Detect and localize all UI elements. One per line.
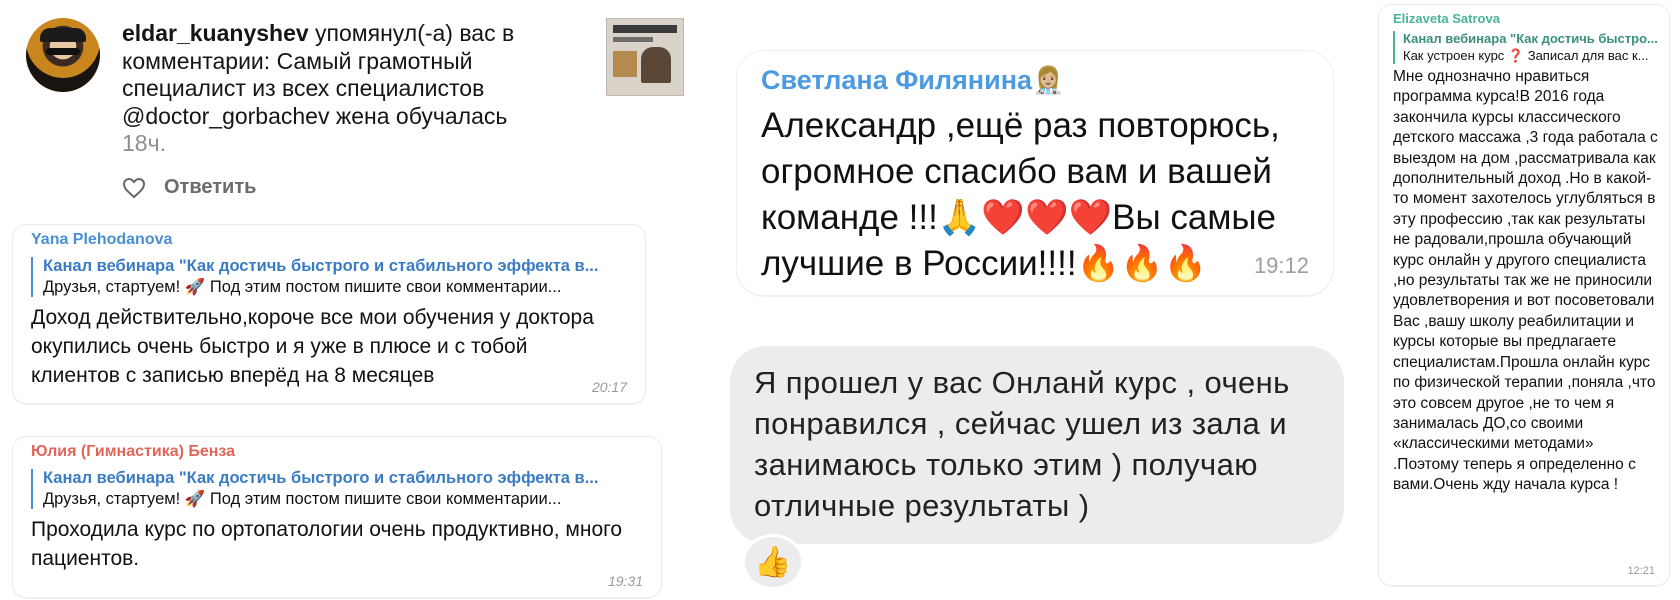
comment-text: Мне однозначно нравиться программа курса…	[1393, 68, 1658, 494]
doctor-emoji-icon: 👩🏼‍⚕️	[1032, 65, 1065, 95]
comment-author[interactable]: Yana Plehodanova	[31, 231, 631, 249]
mention-username[interactable]: eldar_kuanyshev	[122, 20, 309, 46]
comment-author[interactable]: Юлия (Гимнастика) Бенза	[31, 443, 647, 461]
quote-title: Канал вебинара "Как достичь быстрого и с…	[43, 469, 599, 487]
message-text: Я прошел у вас Онланй курс , очень понра…	[754, 365, 1290, 523]
comment-author[interactable]: Elizaveta Satrova	[1393, 11, 1500, 26]
like-heart-icon[interactable]	[122, 177, 146, 199]
comment-time: 12:21	[1627, 565, 1655, 577]
post-thumbnail[interactable]	[606, 18, 684, 96]
comment-bubble: Yana Plehodanova Канал вебинара "Как дос…	[12, 224, 646, 404]
comment-text: Доход действительно,короче все мои обуче…	[31, 306, 594, 387]
comment-text: Проходила курс по ортопатологии очень пр…	[31, 518, 623, 570]
quote-text: Друзья, стартуем! 🚀 Под этим постом пиши…	[43, 278, 562, 296]
mention-actions: Ответить	[122, 176, 256, 199]
avatar[interactable]	[26, 18, 100, 92]
reply-quote[interactable]: Канал вебинара "Как достичь быстрого и с…	[31, 257, 631, 297]
message-bubble: Светлана Филянина👩🏼‍⚕️ Александр ,ещё ра…	[736, 50, 1334, 296]
message-time: 19:12	[1253, 253, 1309, 278]
sender-name[interactable]: Светлана Филянина👩🏼‍⚕️	[761, 65, 1064, 96]
message-bubble: Я прошел у вас Онланй курс , очень понра…	[730, 346, 1344, 544]
reply-quote[interactable]: Канал вебинара "Как достичь быстрого и с…	[31, 469, 647, 509]
thumbs-up-reaction-icon[interactable]: 👍	[742, 534, 804, 590]
comment-time: 20:17	[591, 379, 627, 395]
comment-bubble: Юлия (Гимнастика) Бенза Канал вебинара "…	[12, 436, 662, 598]
reply-quote[interactable]: Канал вебинара "Как достичь быстро... Ка…	[1393, 31, 1661, 64]
quote-text: Как устроен курс ❓ Записал для вас к...	[1403, 48, 1649, 63]
mention-time: 18ч.	[122, 130, 166, 156]
reply-button[interactable]: Ответить	[164, 176, 256, 199]
quote-title: Канал вебинара "Как достичь быстрого и с…	[43, 257, 599, 275]
quote-text: Друзья, стартуем! 🚀 Под этим постом пиши…	[43, 490, 562, 508]
comment-bubble: Elizaveta Satrova Канал вебинара "Как до…	[1378, 4, 1670, 586]
mention-notification[interactable]: eldar_kuanyshev упомянул(-а) вас в комме…	[122, 20, 522, 158]
quote-title: Канал вебинара "Как достичь быстро...	[1403, 31, 1658, 46]
comment-time: 19:31	[607, 573, 643, 589]
sender-name-text: Светлана Филянина	[761, 65, 1033, 95]
message-text: Александр ,ещё раз повторюсь, огромное с…	[761, 106, 1280, 283]
